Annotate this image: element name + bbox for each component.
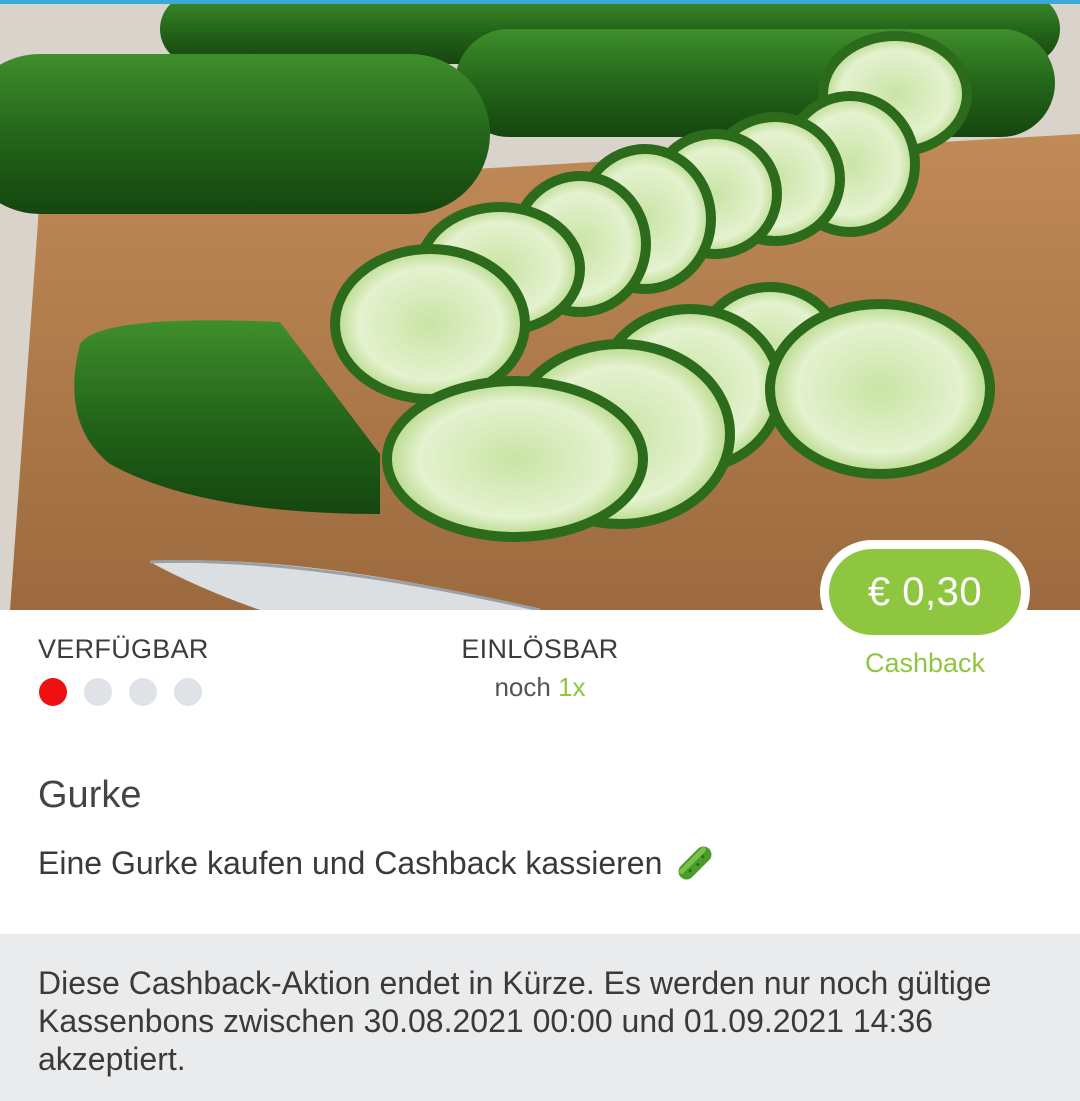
availability-dot-filled [39,678,67,706]
cashback-price-badge: € 0,30 [820,540,1030,644]
cashback-amount: € 0,30 [829,549,1021,635]
product-image [0,4,1080,610]
product-title: Gurke [38,774,142,816]
expiry-notice: Diese Cashback-Aktion endet in Kürze. Es… [0,934,1080,1101]
redeemable-label: EINLÖSBAR [461,634,619,664]
availability-dot-empty [84,678,112,706]
redeemable-prefix: noch [494,672,551,702]
redeemable-count: noch 1x [440,672,640,703]
cucumber-icon [674,842,716,884]
cashback-label: Cashback [864,648,986,678]
availability-indicator [39,678,202,706]
availability-dot-empty [129,678,157,706]
product-description: Eine Gurke kaufen und Cashback kassieren [38,844,663,881]
availability-label: VERFÜGBAR [38,634,209,664]
availability-dot-empty [174,678,202,706]
product-description-row: Eine Gurke kaufen und Cashback kassieren [38,842,716,884]
redeemable-count-value: 1x [558,672,586,702]
